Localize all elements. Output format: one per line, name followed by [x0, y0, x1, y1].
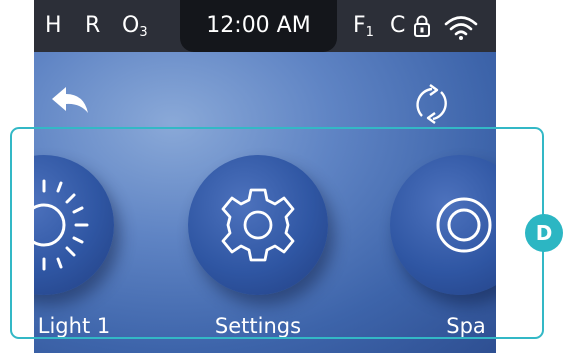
celsius-indicator: C [390, 13, 406, 38]
carousel-highlight-frame [10, 127, 544, 339]
status-bar: H R O3 12:00 AM F1 C [34, 0, 496, 52]
clock: 12:00 AM [206, 13, 311, 38]
callout-badge-d: D [525, 214, 563, 252]
refresh-icon[interactable] [408, 84, 458, 124]
recirc-indicator: R [85, 13, 101, 38]
wifi-icon [444, 16, 478, 40]
lock-icon [414, 15, 430, 37]
ozone-indicator: O3 [122, 13, 148, 40]
heater-indicator: H [45, 13, 62, 38]
back-arrow-icon[interactable] [50, 85, 90, 115]
filter-indicator: F1 [353, 13, 374, 40]
